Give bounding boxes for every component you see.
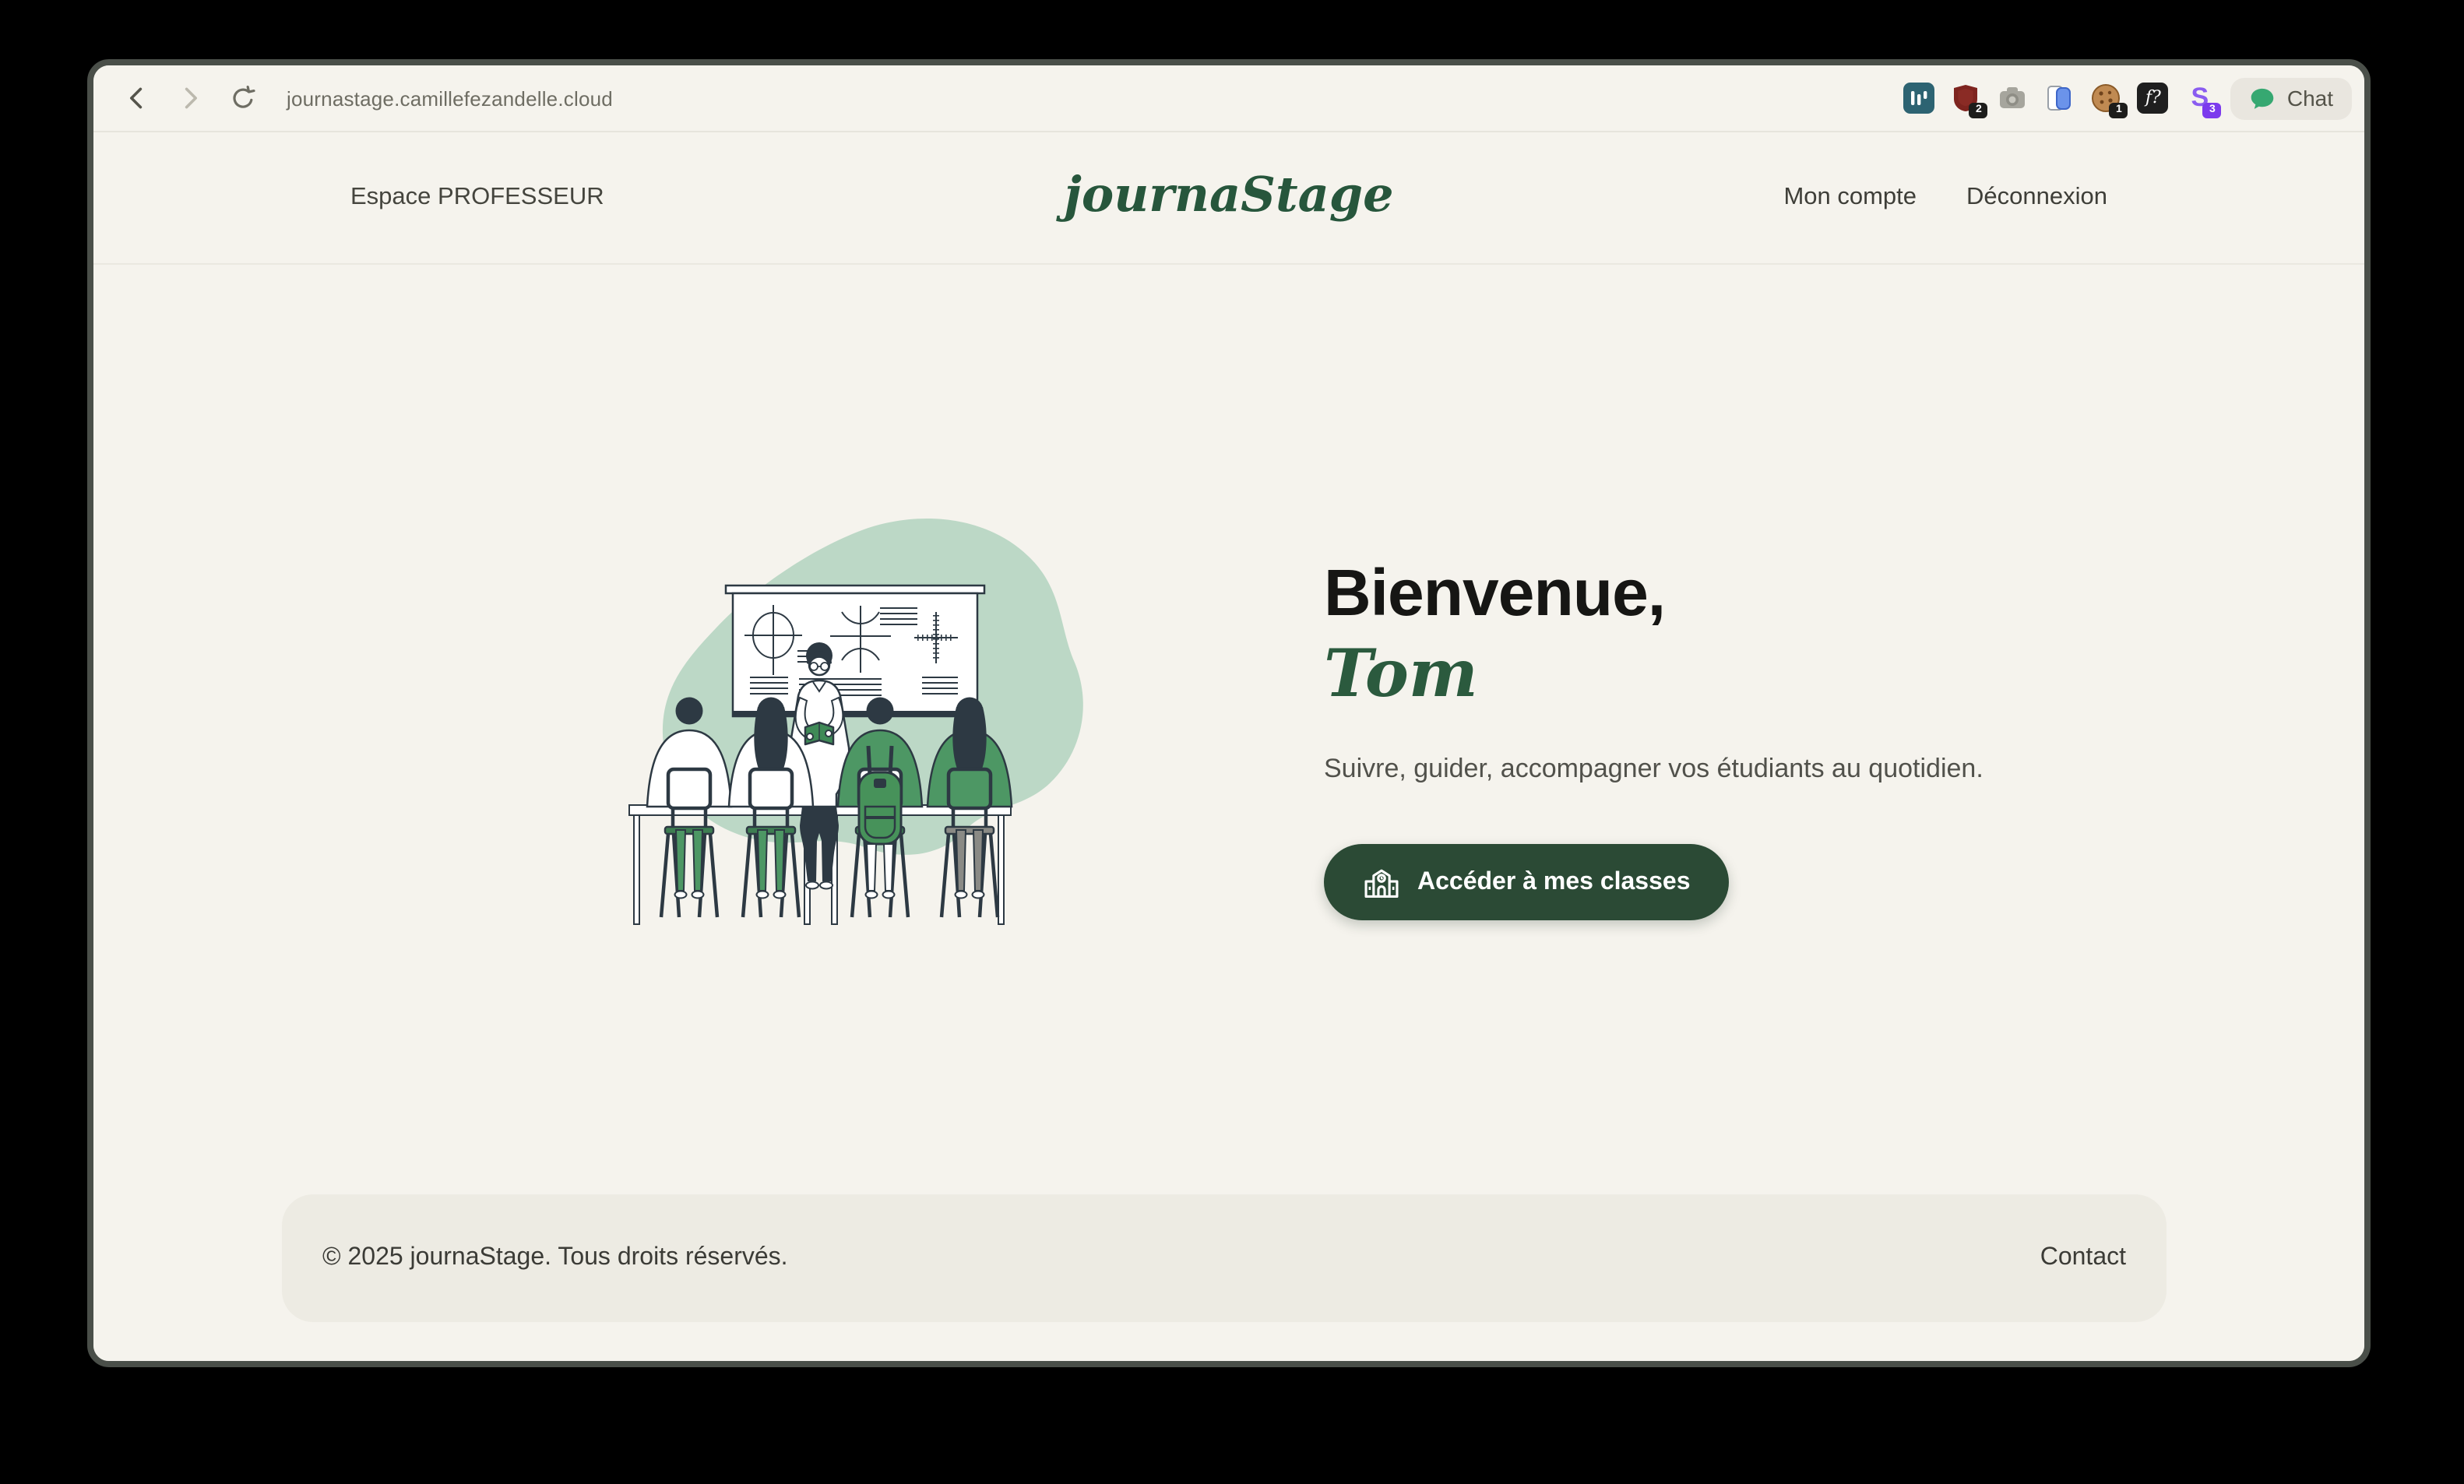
page-footer: © 2025 journaStage. Tous droits réservés… [282,1194,2167,1322]
address-url[interactable]: journastage.camillefezandelle.cloud [287,86,613,110]
nav-deconnexion[interactable]: Déconnexion [1966,184,2107,212]
top-navigation: Mon compte Déconnexion [1783,184,2107,212]
back-button[interactable] [118,79,156,117]
forward-button[interactable] [171,79,209,117]
wallet-extension-icon[interactable] [1904,83,1935,114]
chat-button[interactable]: Chat [2231,77,2352,119]
copyright-text: © 2025 journaStage. Tous droits réservés… [322,1244,788,1272]
main-content: Bienvenue, Tom Suivre, guider, accompagn… [93,265,2364,1361]
browser-window: journastage.camillefezandelle.cloud [87,59,2371,1367]
brand-logo[interactable]: journaStage [1064,167,1393,223]
shield-badge: 2 [1969,103,1988,118]
camera-extension-icon[interactable] [1998,83,2029,114]
hero-illustration-container [623,495,1153,931]
device-extension-icon[interactable] [2044,83,2075,114]
nav-mon-compte[interactable]: Mon compte [1783,184,1917,212]
hero-text-block: Bienvenue, Tom Suivre, guider, accompagn… [1324,554,2072,920]
reload-icon [229,84,257,112]
fontface-extension-icon[interactable]: f? [2138,83,2169,114]
hero-subtitle: Suivre, guider, accompagner vos étudiant… [1324,754,2072,785]
cookie-badge: 1 [2110,103,2128,118]
reload-button[interactable] [224,79,262,117]
greeting-line: Bienvenue, [1324,554,2072,632]
cta-label: Accéder à mes classes [1417,868,1691,896]
stylus-badge: 3 [2203,103,2222,118]
toolbar-extensions: 2 [1904,77,2352,119]
greeting-name: Tom [1324,635,2072,713]
chat-label: Chat [2287,86,2333,111]
stylus-extension-icon[interactable]: S 3 [2184,83,2216,114]
school-icon [1363,866,1400,898]
browser-toolbar: journastage.camillefezandelle.cloud [93,65,2364,132]
shield-extension-icon[interactable]: 2 [1951,83,1982,114]
screenshot-stage: journastage.camillefezandelle.cloud [0,0,2464,1484]
forward-icon [176,84,204,112]
espace-professeur-label: Espace PROFESSEUR [350,184,604,212]
chat-bubble-icon [2250,85,2276,111]
back-icon [123,84,151,112]
whiteboard [726,586,984,716]
cookie-extension-icon[interactable]: 1 [2091,83,2122,114]
classroom-illustration [623,495,1153,931]
access-classes-button[interactable]: Accéder à mes classes [1324,844,1730,920]
contact-link[interactable]: Contact [2040,1244,2126,1272]
site-header: Espace PROFESSEUR Mon compte Déconnexion… [93,132,2364,265]
